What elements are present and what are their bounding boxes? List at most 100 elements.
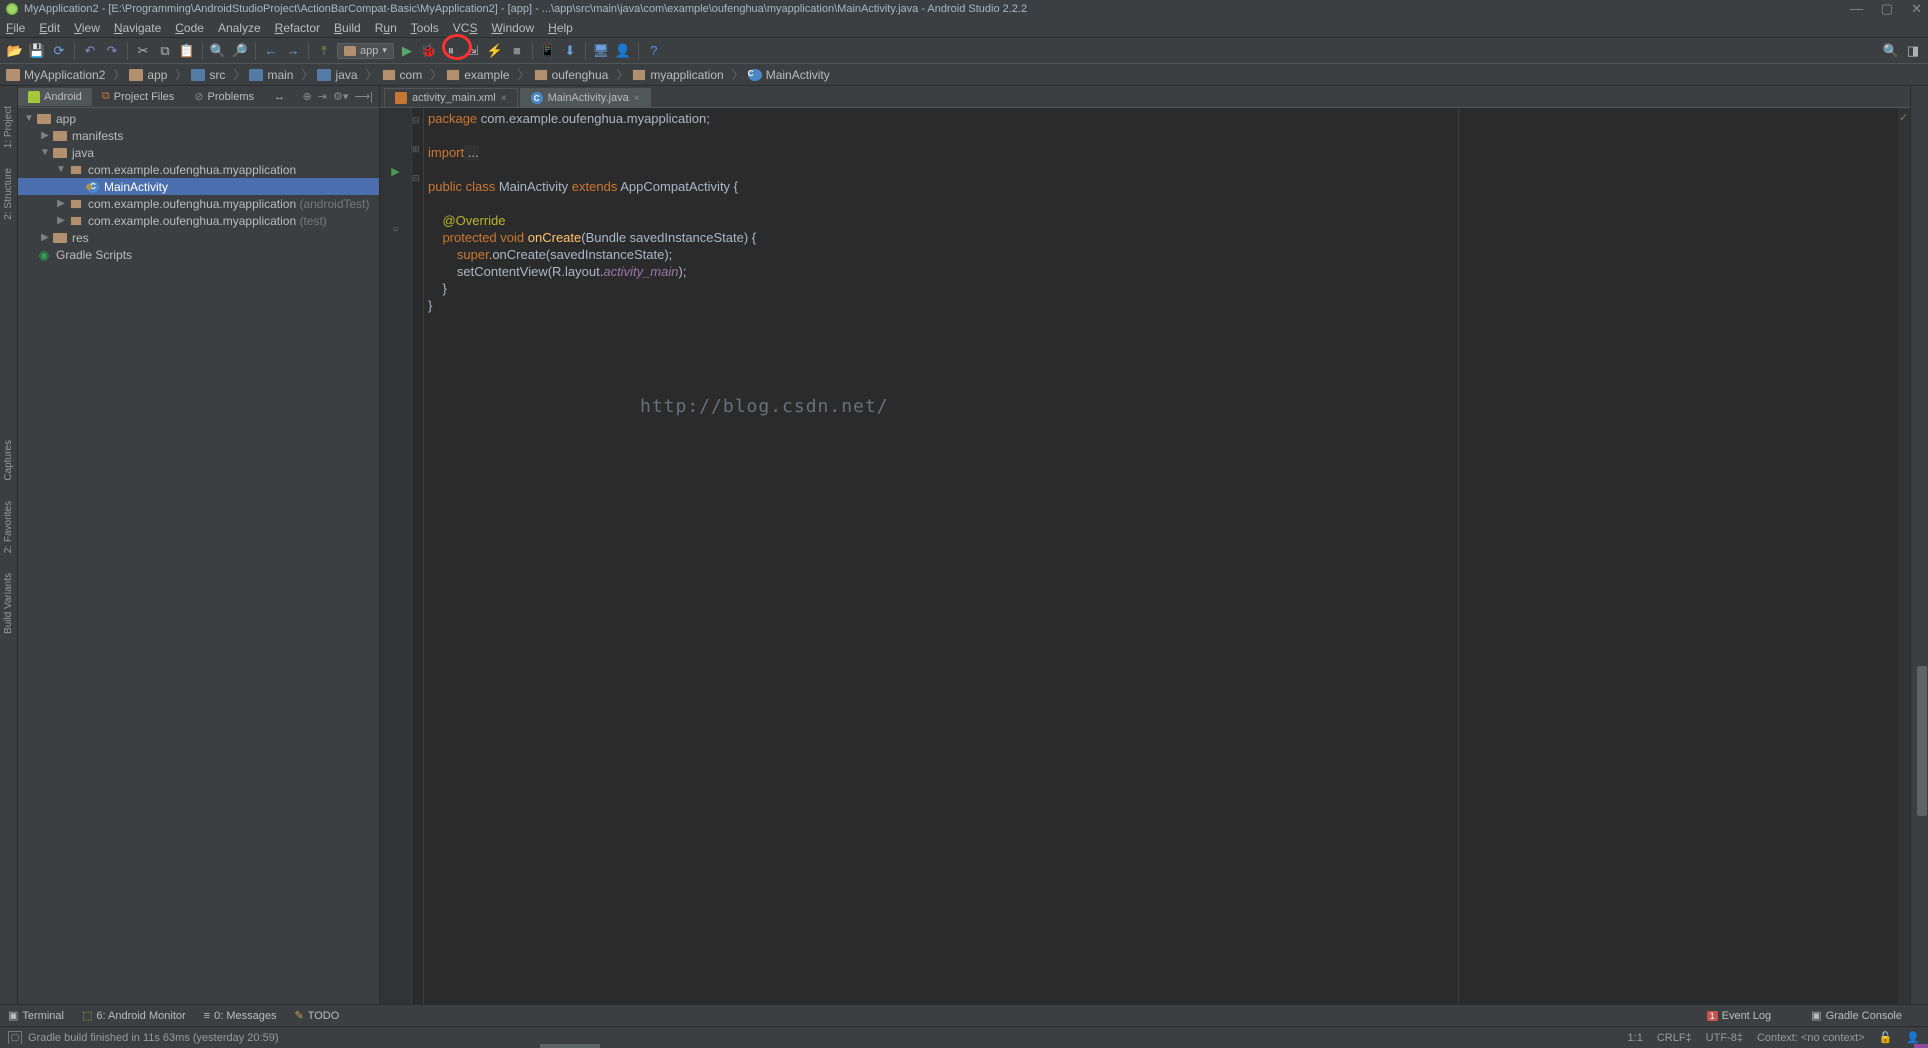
avd-manager-icon[interactable]: 📱 bbox=[539, 42, 557, 60]
paste-icon[interactable]: 📋 bbox=[178, 42, 196, 60]
left-tool-2--favorites[interactable]: 2: Favorites bbox=[3, 501, 14, 553]
left-tool-captures[interactable]: Captures bbox=[3, 440, 14, 481]
inspector-icon[interactable]: 👤 bbox=[1906, 1031, 1920, 1044]
close-tab-icon[interactable]: × bbox=[501, 93, 507, 104]
left-tool-2--structure[interactable]: 2: Structure bbox=[3, 168, 14, 220]
save-icon[interactable]: 💾 bbox=[28, 42, 46, 60]
minimize-button[interactable]: — bbox=[1850, 1, 1863, 17]
make-icon[interactable]: ⤒ bbox=[315, 42, 333, 60]
override-gutter-icon[interactable]: ○ bbox=[380, 221, 411, 238]
todo-tab[interactable]: ✎TODO bbox=[294, 1009, 339, 1022]
scrollbar-thumb[interactable] bbox=[1917, 666, 1927, 816]
copy-icon[interactable]: ⧉ bbox=[156, 42, 174, 60]
stop-icon[interactable]: ■ bbox=[508, 42, 526, 60]
tree-node-java[interactable]: ▼java bbox=[18, 144, 379, 161]
tree-arrow-icon[interactable]: ▼ bbox=[38, 147, 52, 158]
find-icon[interactable]: 🔍 bbox=[209, 42, 227, 60]
menu-analyze[interactable]: Analyze bbox=[218, 21, 261, 35]
hide-icon[interactable]: ⟶| bbox=[354, 90, 373, 103]
code-editor[interactable]: ▶ ○ ⊟ ⊞ ⊟ package com.example.oufenghua.… bbox=[380, 108, 1910, 1004]
tree-node-res[interactable]: ▶res bbox=[18, 229, 379, 246]
breadcrumb-myapplication2[interactable]: MyApplication2 bbox=[6, 68, 105, 82]
menu-window[interactable]: Window bbox=[491, 21, 534, 35]
messages-tab[interactable]: ≡0: Messages bbox=[204, 1010, 277, 1022]
run-configuration-selector[interactable]: app ▾ bbox=[337, 43, 394, 59]
undo-icon[interactable]: ↶ bbox=[81, 42, 99, 60]
caret-position[interactable]: 1:1 bbox=[1628, 1032, 1643, 1044]
editor-tab-activity_main-xml[interactable]: activity_main.xml× bbox=[384, 88, 518, 107]
terminal-tab[interactable]: ▣Terminal bbox=[8, 1009, 64, 1022]
breadcrumb-java[interactable]: java bbox=[317, 68, 357, 82]
menu-code[interactable]: Code bbox=[175, 21, 204, 35]
menu-run[interactable]: Run bbox=[375, 21, 397, 35]
redo-icon[interactable]: ↷ bbox=[103, 42, 121, 60]
fold-column[interactable]: ⊟ ⊞ ⊟ bbox=[412, 108, 424, 1004]
status-toggle-icon[interactable]: ▢ bbox=[8, 1031, 22, 1045]
code-content[interactable]: package com.example.oufenghua.myapplicat… bbox=[424, 108, 1458, 1004]
cut-icon[interactable]: ✂ bbox=[134, 42, 152, 60]
tool-window-toggle-icon[interactable]: ◨ bbox=[1904, 42, 1922, 60]
left-tool-1--project[interactable]: 1: Project bbox=[3, 106, 14, 148]
project-tree[interactable]: ▼app▶manifests▼java▼com.example.oufenghu… bbox=[18, 108, 379, 1004]
tree-node-com-example-oufenghua-myapplication[interactable]: ▼com.example.oufenghua.myapplication bbox=[18, 161, 379, 178]
target-icon[interactable]: ⊕ bbox=[303, 90, 312, 103]
gradle-console-tab[interactable]: ▣Gradle Console bbox=[1811, 1009, 1902, 1022]
run-gutter-icon[interactable]: ▶ bbox=[380, 164, 411, 181]
tab-project-files[interactable]: ⧉ Project Files bbox=[92, 87, 184, 106]
breadcrumb-example[interactable]: example bbox=[446, 68, 509, 82]
tree-arrow-icon[interactable]: ▶ bbox=[54, 215, 68, 226]
left-tool-build-variants[interactable]: Build Variants bbox=[3, 573, 14, 634]
breadcrumb-src[interactable]: src bbox=[191, 68, 225, 82]
menu-help[interactable]: Help bbox=[548, 21, 573, 35]
maximize-button[interactable]: ▢ bbox=[1881, 1, 1893, 17]
layout-capture-icon[interactable]: 🖥 bbox=[592, 42, 610, 60]
close-button[interactable]: ✕ bbox=[1911, 1, 1922, 17]
settings-gear-icon[interactable]: ⚙▾ bbox=[333, 90, 348, 103]
lock-icon[interactable]: 🔓 bbox=[1879, 1031, 1893, 1044]
breadcrumb-com[interactable]: com bbox=[382, 68, 423, 82]
apply-changes-icon[interactable]: ⚡ bbox=[486, 42, 504, 60]
error-stripe[interactable]: ✓ bbox=[1898, 108, 1910, 1004]
search-everywhere-icon[interactable]: 🔍 bbox=[1882, 42, 1900, 60]
attach-icon[interactable]: ⇲ bbox=[464, 42, 482, 60]
menu-vcs[interactable]: VCS bbox=[453, 21, 478, 35]
tree-arrow-icon[interactable]: ▼ bbox=[54, 164, 68, 175]
tree-node-app[interactable]: ▼app bbox=[18, 110, 379, 127]
android-monitor-tab[interactable]: ⬚6: Android Monitor bbox=[82, 1009, 186, 1022]
tree-node-com-example-oufenghua-myapplication[interactable]: ▶com.example.oufenghua.myapplication (an… bbox=[18, 195, 379, 212]
tree-node-mainactivity[interactable]: CMainActivity bbox=[18, 178, 379, 195]
breadcrumb-app[interactable]: app bbox=[129, 68, 167, 82]
menu-file[interactable]: File bbox=[6, 21, 25, 35]
collapse-icon[interactable]: ⇥ bbox=[318, 90, 327, 103]
menu-edit[interactable]: Edit bbox=[39, 21, 60, 35]
tree-arrow-icon[interactable]: ▶ bbox=[38, 130, 52, 141]
menu-refactor[interactable]: Refactor bbox=[275, 21, 320, 35]
breadcrumb-mainactivity[interactable]: CMainActivity bbox=[748, 68, 830, 82]
tree-arrow-icon[interactable]: ▶ bbox=[38, 232, 52, 243]
breadcrumb-myapplication[interactable]: myapplication bbox=[632, 68, 723, 82]
tree-arrow-icon[interactable]: ▶ bbox=[54, 198, 68, 209]
tree-node-manifests[interactable]: ▶manifests bbox=[18, 127, 379, 144]
sdk-manager-icon[interactable]: ⬇ bbox=[561, 42, 579, 60]
bottom-scrollbar[interactable] bbox=[0, 1044, 1928, 1048]
open-icon[interactable]: 📂 bbox=[6, 42, 24, 60]
tree-arrow-icon[interactable]: ▼ bbox=[22, 113, 36, 124]
run-icon[interactable]: ▶ bbox=[398, 42, 416, 60]
line-separator[interactable]: CRLF‡ bbox=[1657, 1032, 1692, 1044]
tree-node-gradle scripts[interactable]: ◉Gradle Scripts bbox=[18, 246, 379, 263]
editor-tab-MainActivity-java[interactable]: CMainActivity.java× bbox=[520, 88, 651, 107]
breadcrumb-oufenghua[interactable]: oufenghua bbox=[534, 68, 609, 82]
tab-android[interactable]: Android bbox=[18, 88, 92, 106]
tab-expand[interactable]: ↔ bbox=[264, 88, 295, 106]
help-icon[interactable]: ? bbox=[645, 42, 663, 60]
tab-problems[interactable]: ⊘ Problems bbox=[184, 87, 264, 106]
menu-build[interactable]: Build bbox=[334, 21, 361, 35]
forward-icon[interactable]: → bbox=[284, 42, 302, 60]
sync-icon[interactable]: ⟳ bbox=[50, 42, 68, 60]
android-device-icon[interactable]: 👤 bbox=[614, 42, 632, 60]
profile-icon[interactable]: ⏸ bbox=[442, 42, 460, 60]
debug-icon[interactable]: 🐞 bbox=[420, 42, 438, 60]
vertical-scrollbar[interactable] bbox=[1916, 86, 1928, 982]
tree-node-com-example-oufenghua-myapplication[interactable]: ▶com.example.oufenghua.myapplication (te… bbox=[18, 212, 379, 229]
file-encoding[interactable]: UTF-8‡ bbox=[1706, 1032, 1743, 1044]
